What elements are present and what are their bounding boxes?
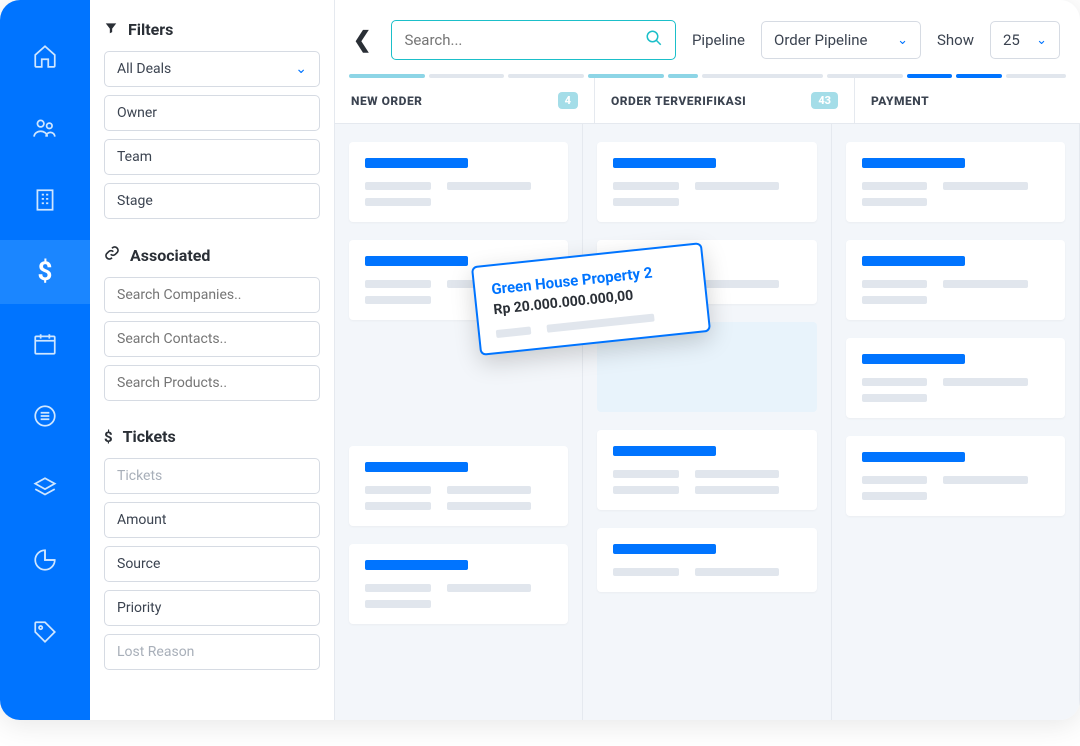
nav-layers[interactable] <box>0 456 90 520</box>
vertical-nav: $ <box>0 0 90 720</box>
dollar-small-icon: $ <box>104 428 113 446</box>
back-button[interactable]: ❮ <box>349 28 375 53</box>
home-icon <box>32 43 58 69</box>
dollar-icon: $ <box>38 257 53 287</box>
deal-card[interactable] <box>349 142 568 222</box>
search-contacts-input[interactable] <box>104 321 320 357</box>
owner-field[interactable]: Owner <box>104 95 320 131</box>
team-field[interactable]: Team <box>104 139 320 175</box>
lost-reason-field[interactable]: Lost Reason <box>104 634 320 670</box>
topbar: ❮ Pipeline Order Pipeline ⌄ Show 25 ⌄ <box>335 0 1080 74</box>
source-field[interactable]: Source <box>104 546 320 582</box>
deal-card[interactable] <box>597 430 816 510</box>
filters-panel: Filters All Deals ⌄ Owner Team Stage Ass… <box>90 0 335 720</box>
deal-card[interactable] <box>597 528 816 592</box>
list-icon <box>32 403 58 429</box>
calendar-icon <box>32 331 58 357</box>
layers-icon <box>32 475 58 501</box>
link-icon <box>104 245 120 265</box>
deal-card[interactable] <box>846 338 1065 418</box>
stage-field[interactable]: Stage <box>104 183 320 219</box>
show-select[interactable]: 25 ⌄ <box>990 21 1060 59</box>
kanban-header: NEW ORDER 4 ORDER TERVERIFIKASI 43 PAYME… <box>335 78 1080 124</box>
users-icon <box>32 115 58 141</box>
tickets-heading: $ Tickets <box>104 427 320 446</box>
nav-lists[interactable] <box>0 384 90 448</box>
main-area: ❮ Pipeline Order Pipeline ⌄ Show 25 ⌄ <box>335 0 1080 720</box>
deal-card[interactable] <box>846 436 1065 516</box>
chevron-down-icon: ⌄ <box>897 33 908 48</box>
filters-heading: Filters <box>104 20 320 39</box>
tickets-field[interactable]: Tickets <box>104 458 320 494</box>
building-icon <box>32 187 58 213</box>
deal-card[interactable] <box>846 240 1065 320</box>
nav-companies[interactable] <box>0 168 90 232</box>
deal-card[interactable] <box>349 544 568 624</box>
chevron-down-icon: ⌄ <box>295 61 307 77</box>
column-header-verified: ORDER TERVERIFIKASI 43 <box>595 78 855 123</box>
nav-calendar[interactable] <box>0 312 90 376</box>
column-new-order[interactable] <box>335 124 583 720</box>
search-icon <box>645 29 663 51</box>
amount-field[interactable]: Amount <box>104 502 320 538</box>
search-input[interactable] <box>391 20 676 60</box>
column-header-new-order: NEW ORDER 4 <box>335 78 595 123</box>
nav-users[interactable] <box>0 96 90 160</box>
nav-home[interactable] <box>0 24 90 88</box>
show-label: Show <box>937 31 974 49</box>
deal-card[interactable] <box>846 142 1065 222</box>
count-badge: 43 <box>811 92 838 109</box>
search-products-input[interactable] <box>104 365 320 401</box>
all-deals-select[interactable]: All Deals ⌄ <box>104 51 320 87</box>
app-window: $ Filters All Deals ⌄ Owner Tea <box>0 0 1080 720</box>
pipeline-select[interactable]: Order Pipeline ⌄ <box>761 21 921 59</box>
nav-reports[interactable] <box>0 528 90 592</box>
nav-tags[interactable] <box>0 600 90 664</box>
column-verified[interactable] <box>583 124 831 720</box>
chevron-down-icon: ⌄ <box>1036 33 1047 48</box>
tag-icon <box>32 619 58 645</box>
associated-heading: Associated <box>104 245 320 265</box>
column-payment[interactable] <box>832 124 1080 720</box>
pipeline-label: Pipeline <box>692 31 745 49</box>
kanban-body: Green House Property 2 Rp 20.000.000.000… <box>335 124 1080 720</box>
nav-deals[interactable]: $ <box>0 240 90 304</box>
priority-field[interactable]: Priority <box>104 590 320 626</box>
column-header-payment: PAYMENT <box>855 78 1080 123</box>
search-companies-input[interactable] <box>104 277 320 313</box>
pie-icon <box>32 547 58 573</box>
filter-icon <box>104 21 118 39</box>
count-badge: 4 <box>558 92 578 109</box>
deal-card[interactable] <box>349 446 568 526</box>
deal-card[interactable] <box>597 142 816 222</box>
